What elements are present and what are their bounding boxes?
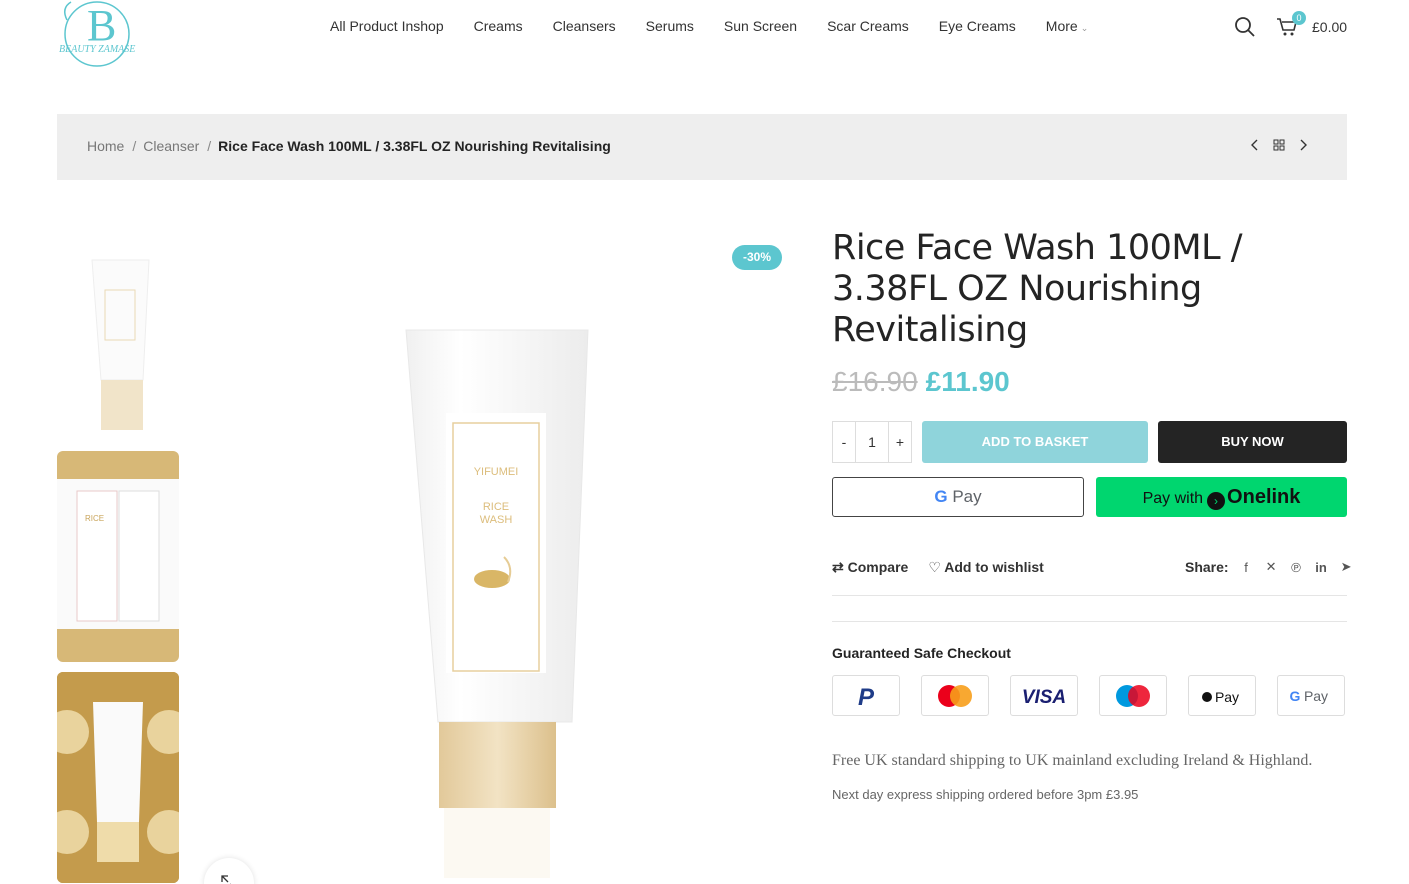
wishlist-button[interactable]: ♡ Add to wishlist xyxy=(928,559,1044,576)
shuffle-icon: ⇄ xyxy=(832,559,844,575)
thumbnail-1[interactable] xyxy=(57,240,179,440)
qty-minus-button[interactable]: - xyxy=(832,421,856,463)
nav-all-products[interactable]: All Product Inshop xyxy=(330,18,444,34)
gpay-label: Pay xyxy=(952,487,982,506)
google-pay-button[interactable]: G Pay xyxy=(832,477,1084,517)
nav-more[interactable]: More ⌄ xyxy=(1046,18,1088,34)
breadcrumb: Home / Cleanser / Rice Face Wash 100ML / 3.3… xyxy=(87,138,611,154)
linkedin-icon[interactable]: in xyxy=(1314,560,1329,575)
google-pay-icon: G Pay xyxy=(1277,675,1345,716)
search-icon[interactable] xyxy=(1234,16,1256,38)
divider xyxy=(832,621,1347,622)
svg-text:G: G xyxy=(1290,688,1301,704)
header-actions: 0 £0.00 xyxy=(1234,11,1347,38)
nav-eye-creams[interactable]: Eye Creams xyxy=(939,18,1016,34)
nav-cleansers[interactable]: Cleansers xyxy=(553,18,616,34)
safe-checkout-title: Guaranteed Safe Checkout xyxy=(832,645,1011,661)
cart-icon[interactable]: 0 xyxy=(1276,11,1306,38)
nav-scar-creams[interactable]: Scar Creams xyxy=(827,18,909,34)
product-actions: ⇄ Compare ♡ Add to wishlist xyxy=(832,559,1044,576)
onelink-brand: Onelink xyxy=(1227,486,1301,508)
label-brand: YIFUMEI xyxy=(474,466,519,478)
visa-icon: VISA xyxy=(1010,675,1078,716)
main-nav: All Product Inshop Creams Cleansers Seru… xyxy=(330,18,1118,34)
svg-text:VISA: VISA xyxy=(1022,687,1066,706)
nav-serums[interactable]: Serums xyxy=(646,18,694,34)
product-navigation xyxy=(1249,138,1309,152)
share-label: Share: xyxy=(1185,559,1229,575)
site-logo[interactable]: B BEAUTY ZAMASE xyxy=(57,0,139,70)
wishlist-label: Add to wishlist xyxy=(944,559,1044,575)
breadcrumb-current: Rice Face Wash 100ML / 3.38FL OZ Nourish… xyxy=(218,138,611,154)
compare-button[interactable]: ⇄ Compare xyxy=(832,559,908,576)
nav-more-label: More xyxy=(1045,18,1078,34)
facebook-icon[interactable]: f xyxy=(1239,560,1254,575)
expand-icon xyxy=(221,875,237,884)
maestro-icon xyxy=(1099,675,1167,716)
logo-text: BEAUTY ZAMASE xyxy=(59,44,135,55)
onelink-prefix: Pay with xyxy=(1142,490,1204,507)
product-price: £16.90 £11.90 xyxy=(832,366,1010,398)
svg-text:B: B xyxy=(87,1,116,50)
pinterest-icon[interactable]: ℗ xyxy=(1289,560,1304,575)
mastercard-icon xyxy=(921,675,989,716)
nav-creams[interactable]: Creams xyxy=(474,18,523,34)
qty-input[interactable]: 1 xyxy=(855,422,889,462)
breadcrumb-bar: Home / Cleanser / Rice Face Wash 100ML / 3.3… xyxy=(57,114,1347,180)
heart-icon: ♡ xyxy=(928,559,941,575)
svg-text:RICE: RICE xyxy=(85,514,104,523)
next-product-icon[interactable] xyxy=(1297,138,1309,152)
onelink-pay-button[interactable]: Pay with › Onelink xyxy=(1096,477,1347,517)
svg-text:P: P xyxy=(858,684,875,710)
shipping-note: Free UK standard shipping to UK mainland… xyxy=(832,752,1313,769)
breadcrumb-home[interactable]: Home xyxy=(87,138,124,154)
x-icon[interactable]: ✕ xyxy=(1264,559,1279,575)
quantity-stepper: - 1 + xyxy=(832,421,912,463)
cart-count-badge: 0 xyxy=(1292,11,1306,25)
divider xyxy=(832,595,1347,596)
product-title: Rice Face Wash 100ML / 3.38FL OZ Nourish… xyxy=(832,228,1243,350)
google-g-icon: G xyxy=(934,487,948,506)
share-bar: Share: f ✕ ℗ in ➤ xyxy=(1185,559,1354,575)
buy-now-button[interactable]: BUY NOW xyxy=(1158,421,1347,463)
cart-total[interactable]: £0.00 xyxy=(1312,19,1347,35)
express-shipping-note: Next day express shipping ordered before… xyxy=(832,787,1139,802)
thumbnail-2[interactable]: RICE xyxy=(57,451,179,662)
apple-pay-icon: Pay xyxy=(1188,675,1256,716)
chevron-down-icon: ⌄ xyxy=(1080,23,1089,33)
svg-text:WASH: WASH xyxy=(480,514,513,526)
svg-text:Pay: Pay xyxy=(1215,689,1239,705)
svg-text:Pay: Pay xyxy=(1304,688,1328,704)
thumbnail-3[interactable] xyxy=(57,672,179,883)
onelink-arrow-icon: › xyxy=(1207,492,1226,510)
breadcrumb-category[interactable]: Cleanser xyxy=(143,138,199,154)
old-price: £16.90 xyxy=(832,366,918,397)
sale-price: £11.90 xyxy=(925,366,1010,397)
paypal-icon: P xyxy=(832,675,900,716)
zoom-button[interactable] xyxy=(204,858,254,884)
svg-text:RICE: RICE xyxy=(483,501,509,513)
compare-label: Compare xyxy=(847,559,909,575)
telegram-icon[interactable]: ➤ xyxy=(1339,559,1354,575)
add-to-basket-button[interactable]: ADD TO BASKET xyxy=(922,421,1148,463)
nav-sun-screen[interactable]: Sun Screen xyxy=(724,18,797,34)
grid-icon[interactable] xyxy=(1273,138,1285,152)
prev-product-icon[interactable] xyxy=(1249,138,1261,152)
payment-methods: P VISA Pay G Pay xyxy=(832,675,1345,716)
qty-plus-button[interactable]: + xyxy=(888,421,912,463)
discount-badge: -30% xyxy=(732,245,782,270)
product-main-image[interactable]: YIFUMEI RICE WASH xyxy=(230,230,790,884)
